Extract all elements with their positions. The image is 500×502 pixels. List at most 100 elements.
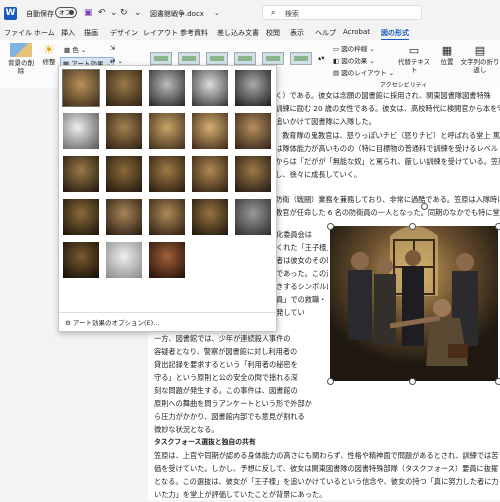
autosave-toggle[interactable]: オフ [55, 7, 77, 18]
effect-glow-diffused[interactable] [192, 113, 228, 149]
doc-line: を追いかけて図書隊に入隊した。 [268, 117, 376, 126]
tab-home[interactable]: ホーム [34, 28, 55, 38]
effect-crisscross-etching[interactable] [149, 199, 185, 235]
corrections-label: 修整 [42, 58, 56, 66]
doc-line: いく）である。彼女は念願の図書館に採用され、関東図書隊図書特殊 [268, 91, 491, 100]
doc-line: 守る」という原則と公の安全の間で揺れる深 [154, 373, 298, 382]
effect-paint-brush[interactable] [149, 113, 185, 149]
resize-handle-n[interactable] [409, 223, 416, 230]
save-icon[interactable]: ▣ [84, 8, 93, 18]
resize-handle-se[interactable] [495, 378, 500, 385]
doc-line: ら圧力がかかり、図書館内部でも意見が割れる [154, 412, 305, 421]
tab-references[interactable]: 参考資料 [180, 28, 208, 38]
document-name[interactable]: 図書館戦争.docx [150, 9, 204, 19]
search-box[interactable]: ⌕ 検索 [262, 5, 422, 20]
doc-line: 原則への舞曲を問うアンケートという形で外部か [154, 399, 312, 408]
tab-help[interactable]: ヘルプ [315, 28, 336, 38]
ribbon-tabs: ファイル ホーム 挿入 描画 デザイン レイアウト 参考資料 差し込み文書 校閲… [0, 26, 500, 41]
corrections-button[interactable]: ☀ 修整 [38, 43, 60, 66]
picture-style-3[interactable] [206, 52, 228, 65]
effect-chalk-sketch[interactable] [63, 113, 99, 149]
selected-picture[interactable] [330, 226, 498, 381]
tab-mailings[interactable]: 差し込み文書 [217, 28, 259, 38]
doc-line: 者は彼女のその時 [276, 256, 328, 265]
effect-mosaic-bubbles[interactable] [192, 156, 228, 192]
doc-line: と防衛（戦闘）業務を兼務しており、非常に過酷である。笠原は入隊時に [268, 195, 500, 204]
picture-style-1[interactable] [150, 52, 172, 65]
tab-acrobat[interactable]: Acrobat [343, 28, 370, 36]
doc-line: くれた「王子様」 [276, 243, 328, 252]
effect-pastels-smooth[interactable] [192, 199, 228, 235]
resize-handle-nw[interactable] [327, 223, 334, 230]
redo-icon[interactable]: ↻ [120, 8, 128, 18]
artistic-effects-options-label: アート効果のオプション(E)... [72, 319, 160, 327]
effect-glow-edges[interactable] [149, 242, 185, 278]
effect-plastic-wrap[interactable] [235, 199, 271, 235]
wrap-text-label: 文字列の折り返し [460, 58, 500, 74]
effect-pencil-grayscale[interactable] [149, 70, 185, 106]
picture-layout-button[interactable]: ▤ 図のレイアウト ⌄ [333, 67, 394, 77]
word-icon: W [4, 7, 17, 20]
chevron-down-icon[interactable]: ⌄ [110, 8, 118, 18]
tab-insert[interactable]: 挿入 [61, 28, 75, 38]
effect-line-drawing[interactable] [235, 70, 271, 106]
picture-effects-button[interactable]: ◧ 図の効果 ⌄ [333, 55, 375, 65]
remove-background-label: 背景の削除 [8, 59, 34, 75]
tab-view[interactable]: 表示 [290, 28, 304, 38]
effect-marker[interactable] [106, 70, 142, 106]
search-placeholder: 検索 [285, 10, 299, 18]
remove-background-button[interactable]: 背景の削除 [6, 43, 36, 75]
search-icon: ⌕ [271, 8, 276, 17]
picture-border-button[interactable]: ▭ 図の枠線 ⌄ [333, 43, 375, 53]
effect-photocopy[interactable] [106, 242, 142, 278]
gallery-divider [59, 312, 276, 313]
effect-glass[interactable] [235, 156, 271, 192]
customize-qat-icon[interactable]: ⌄ [134, 8, 142, 18]
effect-pencil-sketch[interactable] [192, 70, 228, 106]
effect-film-grain[interactable] [149, 156, 185, 192]
wrap-text-button[interactable]: ▤ 文字列の折り返し [460, 43, 500, 74]
tab-layout[interactable]: レイアウト [143, 28, 178, 38]
picture-layout-label: 図のレイアウト [341, 69, 387, 77]
doc-menu-chevron-icon[interactable]: ⌄ [214, 9, 220, 17]
artistic-effects-gallery: ⚙ アート効果のオプション(E)... [58, 65, 277, 332]
artistic-effects-options-link[interactable]: ⚙ アート効果のオプション(E)... [65, 317, 159, 327]
effect-none[interactable] [62, 69, 100, 107]
effect-watercolor-sponge[interactable] [106, 156, 142, 192]
picture-style-5[interactable] [262, 52, 284, 65]
rotate-handle[interactable] [421, 203, 428, 210]
doc-line: 刻な問題が発生する。この事件は、図書館の [154, 386, 298, 395]
sun-icon: ☀ [43, 43, 55, 58]
doc-line: 価を受けていた。しかし、予想に反して、彼女は関東図書隊の図書特殊部隊（タスクフォ… [154, 464, 499, 473]
position-label: 位置 [440, 58, 454, 66]
effect-blur[interactable] [235, 113, 271, 149]
alt-text-button[interactable]: ▭ 代替テキスト [395, 43, 433, 74]
resize-handle-ne[interactable] [495, 223, 500, 230]
doc-line: 上教官が任命した 6 名の防衛員の一人となった。同期のなかでも特に堂上 [268, 208, 500, 217]
picture-style-4[interactable] [234, 52, 256, 65]
effect-cutout[interactable] [63, 242, 99, 278]
wrap-text-icon: ▤ [474, 44, 486, 57]
effect-texturizer[interactable] [106, 199, 142, 235]
tab-draw[interactable]: 描画 [84, 28, 98, 38]
picture-style-6[interactable] [290, 52, 312, 65]
picture-style-2[interactable] [178, 52, 200, 65]
styles-scroll-icon[interactable]: ▴▾ [318, 54, 325, 62]
color-button[interactable]: ▩ 色 ⌄ [64, 44, 86, 54]
tab-file[interactable]: ファイル [4, 28, 32, 38]
change-picture-icon[interactable]: ⇄ ⌄ [110, 57, 123, 65]
title-bar: W 自動保存 オフ ▣ ↶ ⌄ ↻ ⌄ 図書館戦争.docx ⌄ ⌕ 検索 [0, 0, 500, 26]
effect-paint-strokes[interactable] [106, 113, 142, 149]
tab-design[interactable]: デザイン [110, 28, 138, 38]
undo-icon[interactable]: ↶ [98, 8, 106, 18]
compress-icon[interactable]: ⇲ [110, 44, 115, 52]
effect-light-screen[interactable] [63, 156, 99, 192]
tab-review[interactable]: 校閲 [266, 28, 280, 38]
picture-effects-label: 図の効果 [341, 57, 368, 65]
effect-cement[interactable] [63, 199, 99, 235]
left-margin [0, 88, 60, 500]
resize-handle-sw[interactable] [327, 378, 334, 385]
position-button[interactable]: ▦ 位置 [436, 43, 458, 66]
resize-handle-s[interactable] [409, 378, 416, 385]
doc-line: 一方、図書館では、少年が連続殺人事件の [154, 334, 291, 343]
